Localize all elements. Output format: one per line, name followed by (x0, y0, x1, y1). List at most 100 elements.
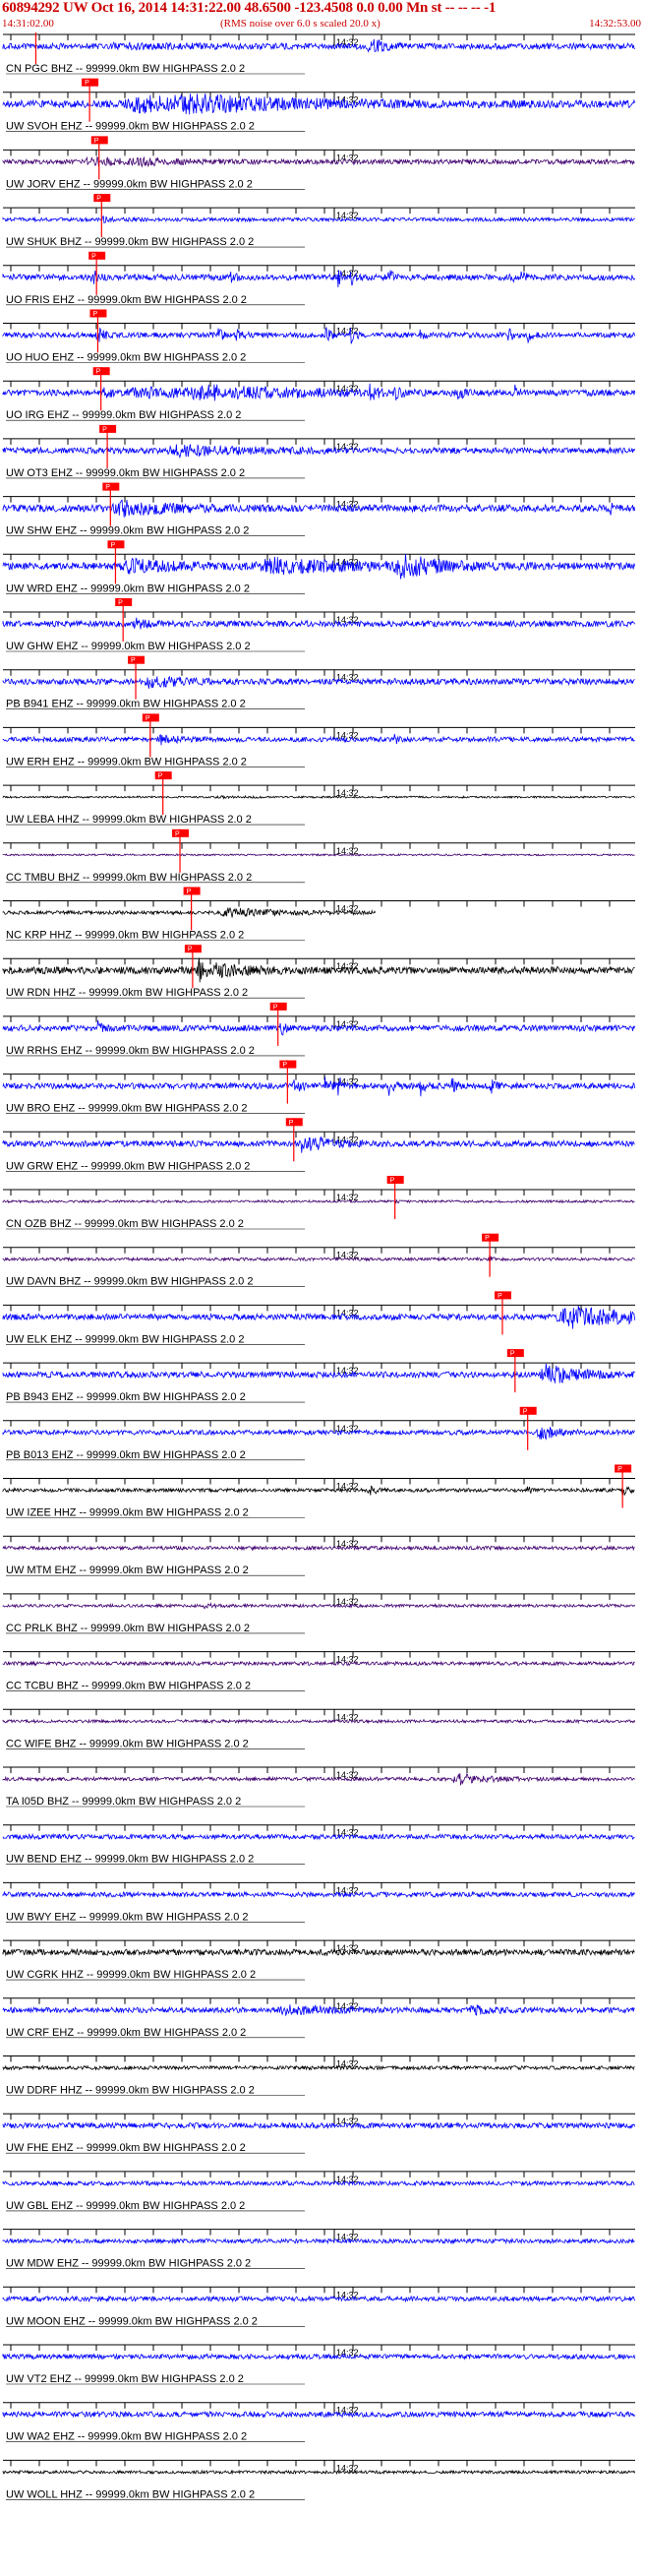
channel-label: UW BWY EHZ -- 99999.0km BW HIGHPASS 2.0 … (6, 1911, 249, 1923)
channel-label: UW GBL EHZ -- 99999.0km BW HIGHPASS 2.0 … (6, 2200, 245, 2212)
trace-row: 14:32UW FHE EHZ -- 99999.0km BW HIGHPASS… (2, 2113, 635, 2154)
channel-label: UW RDN HHZ -- 99999.0km BW HIGHPASS 2.0 … (6, 987, 248, 999)
pick-label: P (102, 426, 107, 433)
waveform (2, 2353, 635, 2361)
channel-label: UW MOON EHZ -- 99999.0km BW HIGHPASS 2.0… (6, 2315, 258, 2327)
axis-ticks (10, 92, 611, 98)
trace-row: 14:32PUW SHW EHZ -- 99999.0km BW HIGHPAS… (2, 482, 635, 537)
noise-note: (RMS noise over 6.0 s scaled 20.0 x) (220, 18, 381, 30)
channel-label: UW ERH EHZ -- 99999.0km BW HIGHPASS 2.0 … (6, 756, 247, 767)
pick-label: P (188, 947, 193, 953)
channel-label: UW FHE EHZ -- 99999.0km BW HIGHPASS 2.0 … (6, 2142, 246, 2154)
axis-ticks (10, 900, 611, 907)
axis-ticks (10, 554, 611, 561)
channel-label: UW WA2 EHZ -- 99999.0km BW HIGHPASS 2.0 … (6, 2431, 247, 2443)
axis-ticks (10, 2055, 611, 2062)
trace-row: 14:32PNC KRP HHZ -- 99999.0km BW HIGHPAS… (2, 887, 635, 942)
axis-ticks (10, 1073, 611, 1080)
axis-ticks (10, 669, 611, 676)
trace-row: 14:32UW BWY EHZ -- 99999.0km BW HIGHPASS… (2, 1881, 635, 1923)
channel-label: UW DDRF HHZ -- 99999.0km BW HIGHPASS 2.0… (6, 2085, 255, 2097)
channel-label: NC KRP HHZ -- 99999.0km BW HIGHPASS 2.0 … (6, 930, 244, 942)
channel-label: UO FRIS EHZ -- 99999.0km BW HIGHPASS 2.0… (6, 294, 247, 306)
waveform (2, 155, 635, 168)
axis-ticks (10, 438, 611, 445)
channel-label: CN OZB BHZ -- 99999.0km BW HIGHPASS 2.0 … (6, 1218, 244, 1230)
trace-row: 14:32PUO HUO EHZ -- 99999.0km BW HIGHPAS… (2, 309, 635, 364)
channel-label: UW ELK EHZ -- 99999.0km BW HIGHPASS 2.0 … (6, 1333, 244, 1345)
trace-row: 14:32PUW RDN HHZ -- 99999.0km BW HIGHPAS… (2, 945, 635, 999)
channel-label: UW DAVN BHZ -- 99999.0km BW HIGHPASS 2.0… (6, 1276, 253, 1288)
trace-row: 14:32PPB B943 EHZ -- 99999.0km BW HIGHPA… (2, 1349, 635, 1403)
trace-row: 14:32PCN OZB BHZ -- 99999.0km BW HIGHPAS… (2, 1176, 635, 1230)
trace-row: 14:32PUW OT3 EHZ -- 99999.0km BW HIGHPAS… (2, 424, 635, 479)
waveform (2, 1947, 635, 1957)
pick-label: P (510, 1351, 515, 1358)
trace-row: 14:32UW WA2 EHZ -- 99999.0km BW HIGHPASS… (2, 2402, 635, 2443)
channel-label: CC TMBU BHZ -- 99999.0km BW HIGHPASS 2.0… (6, 872, 252, 884)
minute-tick-label: 14:32 (336, 1828, 359, 1838)
pick-label: P (187, 889, 192, 895)
waveform (2, 617, 635, 630)
axis-ticks (10, 1478, 611, 1485)
axis-ticks (10, 2171, 611, 2177)
axis-ticks (10, 323, 611, 330)
channel-label: UW MDW EHZ -- 99999.0km BW HIGHPASS 2.0 … (6, 2258, 251, 2270)
pick-label: P (96, 369, 101, 376)
axis-ticks (10, 1247, 611, 1254)
axis-ticks (10, 265, 611, 272)
waveform (2, 1890, 635, 1899)
waveform (2, 1135, 635, 1153)
trace-row: 14:32PUW ERH EHZ -- 99999.0km BW HIGHPAS… (2, 713, 635, 767)
waveform (2, 1485, 635, 1497)
trace-row: 14:32PUW GHW EHZ -- 99999.0km BW HIGHPAS… (2, 598, 635, 652)
channel-label: UW JORV EHZ -- 99999.0km BW HIGHPASS 2.0… (6, 178, 253, 190)
event-title: 60894292 UW Oct 16, 2014 14:31:22.00 48.… (2, 0, 497, 16)
pick-label: P (158, 773, 163, 780)
trace-row: 14:32TA I05D BHZ -- 99999.0km BW HIGHPAS… (2, 1766, 635, 1808)
waveform (2, 1832, 635, 1841)
trace-row: 14:32 CC WIFE BHZ -- 99999.0km BW HIGHPAS… (2, 1708, 635, 1749)
pick-label: P (105, 484, 110, 491)
waveform (2, 1076, 635, 1097)
waveform (2, 1718, 635, 1725)
pick-label: P (146, 715, 150, 722)
axis-ticks (10, 2229, 611, 2236)
trace-row: 14:32UW WOLL HHZ -- 99999.0km BW HIGHPAS… (2, 2459, 635, 2500)
trace-row: 14:32UW VT2 EHZ -- 99999.0km BW HIGHPASS… (2, 2344, 635, 2385)
pick-label: P (617, 1466, 622, 1473)
trace-row: 14:32PUW SHUK BHZ -- 99999.0km BW HIGHPA… (2, 194, 635, 248)
channel-label: UO IRG EHZ -- 99999.0km BW HIGHPASS 2.0 … (6, 409, 241, 421)
pick-label: P (175, 830, 180, 837)
axis-ticks (10, 1709, 611, 1716)
channel-label: UW GHW EHZ -- 99999.0km BW HIGHPASS 2.0 … (6, 641, 251, 652)
channel-label: UW VT2 EHZ -- 99999.0km BW HIGHPASS 2.0 … (6, 2373, 244, 2385)
pick-label: P (485, 1235, 490, 1242)
waveform (2, 2064, 635, 2071)
pick-label: P (94, 138, 99, 145)
pick-label: P (118, 600, 123, 607)
axis-ticks (10, 1536, 611, 1543)
axis-ticks (10, 1767, 611, 1773)
trace-row: 14:32UW CGRK HHZ -- 99999.0km BW HIGHPAS… (2, 1939, 635, 1981)
axis-ticks (10, 1940, 611, 1947)
trace-row: 14:32PCN PGC BHZ -- 99999.0km BW HIGHPAS… (2, 32, 635, 75)
start-time: 14:31:02.00 (2, 18, 54, 30)
waveform (2, 270, 635, 288)
axis-ticks (10, 1651, 611, 1658)
waveform (2, 1601, 635, 1610)
waveform (2, 1427, 635, 1441)
axis-ticks (10, 1190, 611, 1196)
trace-row: 14:32CC TCBU BHZ -- 99999.0km BW HIGHPAS… (2, 1651, 635, 1692)
waveform (2, 1545, 635, 1552)
axis-ticks (10, 1363, 611, 1370)
trace-row: 14:32 P UW GRW EHZ -- 99999.0km BW HIGHPAS… (2, 1118, 635, 1172)
trace-row: 14:32 UW DDRF HHZ -- 99999.0km BW HIGHPAS… (2, 2055, 635, 2097)
axis-ticks (10, 2402, 611, 2409)
header: 60894292 UW Oct 16, 2014 14:31:22.00 48.… (0, 0, 645, 32)
axis-ticks (10, 2460, 611, 2467)
axis-ticks (10, 34, 611, 40)
axis-ticks (10, 1132, 611, 1138)
trace-row: 14:32PUW RRHS EHZ -- 99999.0km BW HIGHPA… (2, 1002, 635, 1057)
axis-ticks (10, 2345, 611, 2351)
